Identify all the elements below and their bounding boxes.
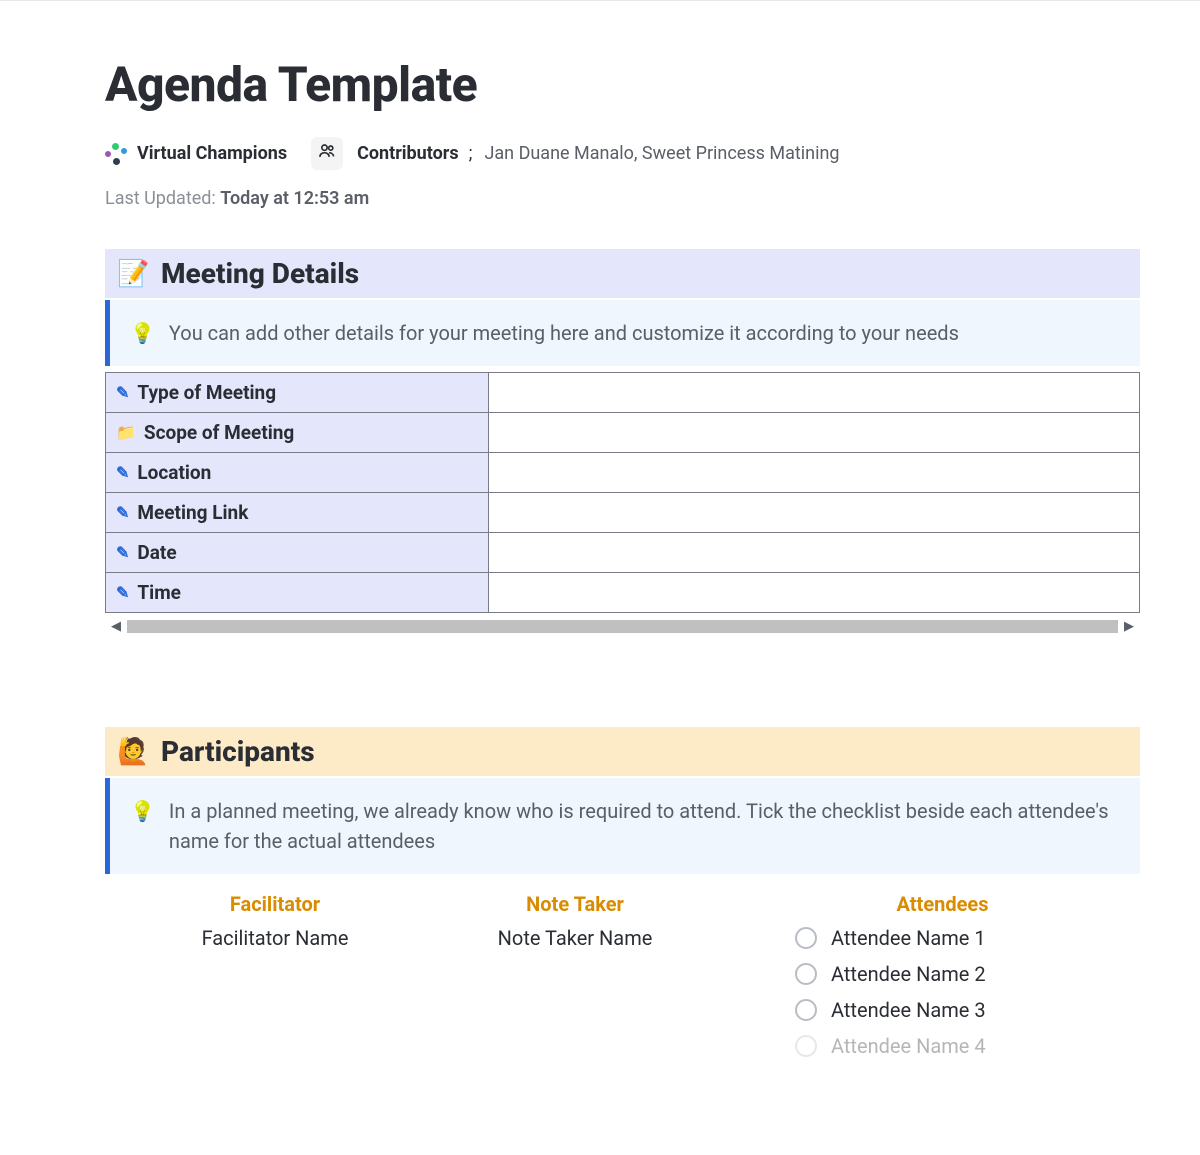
separator: ; xyxy=(469,143,473,164)
detail-label: Date xyxy=(137,541,176,564)
table-row: ✎ Time xyxy=(106,573,1140,613)
last-updated: Last Updated: Today at 12:53 am xyxy=(105,188,1140,209)
detail-label: Type of Meeting xyxy=(137,381,276,404)
meeting-details-table: ✎ Type of Meeting📁 Scope of Meeting ✎ Locati… xyxy=(105,372,1140,613)
detail-label-cell[interactable]: ✎ Meeting Link xyxy=(106,493,489,533)
detail-value-cell[interactable] xyxy=(488,453,1139,493)
detail-label: Time xyxy=(137,581,181,604)
meta-row: Virtual Champions Contributors; Jan Duan… xyxy=(105,137,1140,170)
section-header-participants: 🙋 Participants xyxy=(105,727,1140,776)
contributors-names[interactable]: Jan Duane Manalo, Sweet Princess Matinin… xyxy=(484,143,839,164)
page-title: Agenda Template xyxy=(105,56,1140,113)
attendee-checkbox[interactable] xyxy=(795,1035,817,1057)
callout-meeting-details: 💡 You can add other details for your mee… xyxy=(105,300,1140,366)
detail-label: Location xyxy=(137,461,211,484)
detail-value-cell[interactable] xyxy=(488,493,1139,533)
attendees-list: Attendee Name 1 Attendee Name 2 Attendee N… xyxy=(775,926,1110,1058)
scroll-track[interactable] xyxy=(127,620,1118,633)
attendee-name[interactable]: Attendee Name 3 xyxy=(831,998,986,1022)
contributors-chip[interactable] xyxy=(311,137,343,170)
section-header-meeting-details: 📝 Meeting Details xyxy=(105,249,1140,298)
participants-grid: Facilitator Facilitator Name Note Taker … xyxy=(105,880,1140,1070)
note-taker-column: Note Taker Note Taker Name xyxy=(435,892,715,1070)
attendee-checkbox[interactable] xyxy=(795,927,817,949)
note-taker-title: Note Taker xyxy=(435,892,715,916)
detail-label-cell[interactable]: 📁 Scope of Meeting xyxy=(106,413,489,453)
attendee-checkbox[interactable] xyxy=(795,999,817,1021)
detail-label: Meeting Link xyxy=(137,501,248,524)
detail-label-cell[interactable]: ✎ Time xyxy=(106,573,489,613)
detail-label-cell[interactable]: ✎ Date xyxy=(106,533,489,573)
attendee-checkbox[interactable] xyxy=(795,963,817,985)
lightbulb-icon: 💡 xyxy=(130,318,155,348)
table-row: ✎ Meeting Link xyxy=(106,493,1140,533)
pencil-icon: ✎ xyxy=(116,463,129,482)
callout-text[interactable]: In a planned meeting, we already know wh… xyxy=(169,796,1120,856)
last-updated-value: Today at 12:53 am xyxy=(220,188,369,209)
attendee-name[interactable]: Attendee Name 1 xyxy=(831,926,986,950)
raising-hand-icon: 🙋 xyxy=(117,737,149,767)
attendees-title: Attendees xyxy=(775,892,1110,916)
pencil-icon: ✎ xyxy=(116,383,129,402)
scroll-left-icon[interactable]: ◀ xyxy=(105,619,127,634)
detail-value-cell[interactable] xyxy=(488,533,1139,573)
detail-value-cell[interactable] xyxy=(488,573,1139,613)
contributors-label: Contributors xyxy=(357,143,459,164)
facilitator-value[interactable]: Facilitator Name xyxy=(135,926,415,950)
detail-label-cell[interactable]: ✎ Location xyxy=(106,453,489,493)
attendee-item: Attendee Name 2 xyxy=(775,962,1110,986)
people-icon xyxy=(317,141,337,166)
detail-value-cell[interactable] xyxy=(488,413,1139,453)
pencil-icon: ✎ xyxy=(116,543,129,562)
callout-text[interactable]: You can add other details for your meeti… xyxy=(169,318,959,348)
attendee-item: Attendee Name 4 xyxy=(775,1034,1110,1058)
table-row: ✎ Date xyxy=(106,533,1140,573)
horizontal-scrollbar[interactable]: ◀ ▶ xyxy=(105,615,1140,637)
table-row: ✎ Location xyxy=(106,453,1140,493)
scroll-right-icon[interactable]: ▶ xyxy=(1118,619,1140,634)
pencil-icon: ✎ xyxy=(116,503,129,522)
table-row: 📁 Scope of Meeting xyxy=(106,413,1140,453)
note-taker-value[interactable]: Note Taker Name xyxy=(435,926,715,950)
last-updated-label: Last Updated: xyxy=(105,188,216,209)
attendee-name[interactable]: Attendee Name 2 xyxy=(831,962,986,986)
lightbulb-icon: 💡 xyxy=(130,796,155,826)
folder-icon: 📁 xyxy=(116,423,136,442)
section-title: Meeting Details xyxy=(161,257,359,290)
attendees-column: Attendees Attendee Name 1 Attendee Name 2… xyxy=(735,892,1110,1070)
detail-value-cell[interactable] xyxy=(488,373,1139,413)
workspace-logo-icon xyxy=(105,143,127,165)
callout-participants: 💡 In a planned meeting, we already know … xyxy=(105,778,1140,874)
detail-label: Scope of Meeting xyxy=(144,421,294,444)
attendee-item: Attendee Name 1 xyxy=(775,926,1110,950)
table-row: ✎ Type of Meeting xyxy=(106,373,1140,413)
document-page: Agenda Template Virtual Champions Contri… xyxy=(0,0,1200,1070)
attendee-item: Attendee Name 3 xyxy=(775,998,1110,1022)
section-title: Participants xyxy=(161,735,315,768)
attendee-name[interactable]: Attendee Name 4 xyxy=(831,1034,986,1058)
pencil-icon: ✎ xyxy=(116,583,129,602)
facilitator-title: Facilitator xyxy=(135,892,415,916)
workspace-name[interactable]: Virtual Champions xyxy=(137,143,287,164)
detail-label-cell[interactable]: ✎ Type of Meeting xyxy=(106,373,489,413)
facilitator-column: Facilitator Facilitator Name xyxy=(135,892,415,1070)
notepad-icon: 📝 xyxy=(117,259,149,289)
